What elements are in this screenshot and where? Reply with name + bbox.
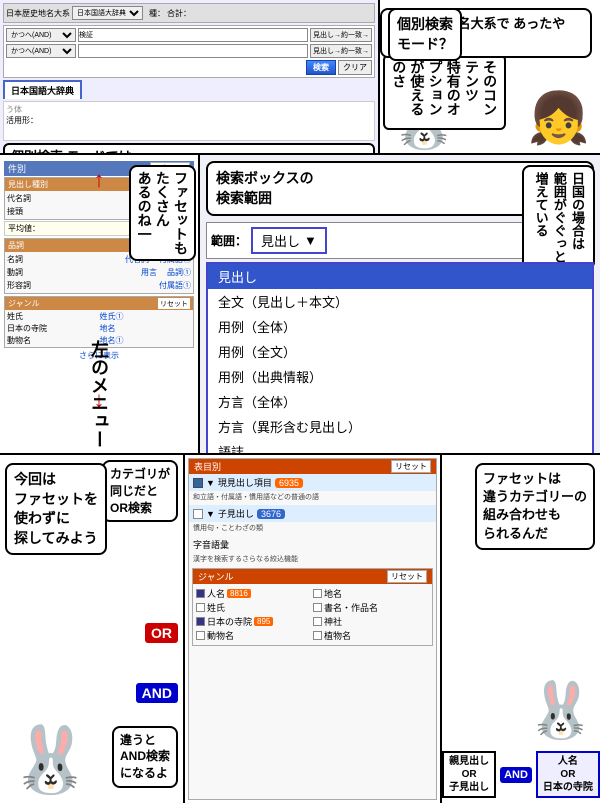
- checkbox-child[interactable]: [193, 509, 203, 519]
- toolbar-label1: 日本歴史地名大系: [6, 8, 70, 19]
- facet-current-header: ▼ 現見出し項目 6935: [189, 474, 436, 491]
- row3-genre-panel: ジャンル リセット 人名 8816 地名: [192, 568, 433, 646]
- genre-checkbox-seishi[interactable]: [196, 603, 205, 612]
- jinmei-count: 8816: [227, 589, 251, 598]
- search-select-1[interactable]: かつへ(AND): [6, 28, 76, 42]
- dropdown-item-5[interactable]: 用例（出典情報）: [208, 364, 592, 389]
- range-select[interactable]: 見出し ▼: [251, 227, 327, 254]
- dropdown-menu: 見出し 全文（見出し＋本文） 用例（全体） 用例（全文） 用例（出典情報） 方言…: [206, 262, 594, 453]
- row1-content-area: う体 活用形：: [3, 101, 375, 141]
- genre-checkbox-shomei[interactable]: [313, 603, 322, 612]
- facet-jion-sub: 漢字を検索するさらなる絞込機能: [189, 553, 436, 565]
- genre-item-chimei: 地名: [313, 587, 429, 600]
- row1-caption-box: 個別検索 モードでは: [3, 143, 375, 153]
- checkbox-current[interactable]: [193, 478, 203, 488]
- row1-speech-rabbit: 個別検索モード？: [388, 8, 462, 61]
- row1-ui-panel: 日本歴史地名大系 日本国語大辞典 種： 合計： かつへ(AND) 見出し→約一致…: [0, 0, 380, 153]
- genre-item-jiin: 日本の寺院 895: [196, 615, 312, 628]
- facet-panel-reset-btn[interactable]: リセット: [391, 460, 431, 473]
- genre-item-shomei: 書名・作品名: [313, 601, 429, 614]
- genre-checkbox-chimei[interactable]: [313, 589, 322, 598]
- genre-item-seishi: 姓氏: [196, 601, 312, 614]
- diagram-box2: 人名OR日本の寺院: [536, 751, 600, 798]
- current-count-badge: 6935: [275, 478, 303, 488]
- facet-genre-reset[interactable]: リセット: [158, 298, 190, 309]
- row1-char-panel: 日本歴史 地名大系で あったやつ？ 個別検索モード？ 🐰 👧 そのコンテンツ特有…: [380, 0, 600, 153]
- dropdown-item-7[interactable]: 方言（異形含む見出し）: [208, 414, 592, 439]
- facet-hinshi-label: 品詞: [8, 240, 24, 251]
- facet-child-header: ▼ 子見出し 3676: [189, 505, 436, 522]
- row2-right-caption: 日国の場合は範囲がぐぐっと増えている: [522, 165, 595, 270]
- genre-checkbox-jinja[interactable]: [313, 617, 322, 626]
- facet-jion-header: 字音語彙: [189, 536, 436, 553]
- midashi-item2: 接頭: [7, 206, 23, 217]
- search-btn-view2[interactable]: 見出し→約一致→: [310, 44, 372, 58]
- row3-left-speech: 今回はファセットを使わずに探してみよう: [5, 463, 107, 555]
- facet-current-sub: 和立語・付属語・慣用語などの普通の語: [189, 491, 436, 503]
- row3-center-speech2: 違うとAND検索になるよ: [112, 726, 178, 788]
- search-btn-clear[interactable]: クリア: [338, 60, 372, 75]
- search-select-2[interactable]: かつへ(AND): [6, 44, 76, 58]
- genre-item-dobutsu: 動物名: [196, 629, 312, 642]
- search-btn-view1[interactable]: 見出し→約一致→: [310, 28, 372, 42]
- facet-genre-label: ジャンル: [8, 298, 40, 309]
- dropdown-item-6[interactable]: 方言（全体）: [208, 389, 592, 414]
- dropdown-item-4[interactable]: 用例（全文）: [208, 339, 592, 364]
- dropdown-item-1[interactable]: 見出し: [208, 264, 592, 289]
- genre-item-shokubutsu: 植物名: [313, 629, 429, 642]
- facet-panel-header: 表目別 リセット: [189, 459, 436, 474]
- genre-checkbox-jiin[interactable]: [196, 617, 205, 626]
- row3-center-speech1: カテゴリが同じだとOR検索: [102, 460, 178, 522]
- row2: 件別 リセット 見出し種別 リセット 代名詞 代名詞①: [0, 155, 600, 455]
- row3: 今回はファセットを使わずに探してみよう 🐰 カテゴリが同じだとOR検索 OR A…: [0, 455, 600, 803]
- row1: 日本歴史地名大系 日本国語大辞典 種： 合計： かつへ(AND) 見出し→約一致…: [0, 0, 600, 155]
- genre-item-jinmei: 人名 8816: [196, 587, 312, 600]
- row2-right-panel: 検索ボックスの検索範囲 範囲： 見出し ▼ 見出し 全文（見出し＋本文） 用例（…: [200, 155, 600, 453]
- genre-panel-header: ジャンル リセット: [193, 569, 432, 584]
- facet-child-sub: 慣用句・ことわざの類: [189, 522, 436, 534]
- jiin-count: 895: [254, 617, 273, 626]
- row3-left-rabbit: 🐰: [10, 722, 91, 798]
- toolbar-label3: 合計：: [167, 8, 191, 19]
- search-btn-main[interactable]: 検索: [306, 60, 336, 75]
- dropdown-item-3[interactable]: 用例（全体）: [208, 314, 592, 339]
- dropdown-item-2[interactable]: 全文（見出し＋本文）: [208, 289, 592, 314]
- row3-center-panel: 表目別 リセット ▼ 現見出し項目 6935 和立語・付属語・慣用語などの普通の…: [185, 455, 600, 803]
- genre-item-jinja: 神社: [313, 615, 429, 628]
- diagram-box1: 親見出しOR子見出し: [442, 751, 496, 798]
- search-input-2[interactable]: [78, 44, 308, 58]
- midashi-item1: 代名詞: [7, 193, 31, 204]
- search-input-1[interactable]: [78, 28, 308, 42]
- manga-container: 日本歴史地名大系 日本国語大辞典 種： 合計： かつへ(AND) 見出し→約一致…: [0, 0, 600, 803]
- row3-right-speech: ファセットは違うカテゴリーの組み合わせもられるんだ: [475, 463, 595, 550]
- row2-left-speech: ファセットもたくさんあるのね一: [129, 165, 196, 261]
- genre-checkbox-jinmei[interactable]: [196, 589, 205, 598]
- row3-diagram: 親見出しOR子見出し AND 人名OR日本の寺院: [442, 751, 600, 798]
- row1-left-caption: そのコンテンツ特有のオプションが使えるのさ: [383, 54, 506, 131]
- row3-and-label: AND: [136, 683, 178, 703]
- girl-character: 👧: [528, 89, 590, 148]
- toolbar-label2: 種：: [149, 8, 165, 19]
- genre-checkbox-shokubutsu[interactable]: [313, 631, 322, 640]
- tab-kokugodaijiten[interactable]: 日本国語大辞典: [3, 80, 82, 99]
- diagram-and-label: AND: [500, 767, 532, 783]
- row3-right-rabbit: 🐰: [527, 678, 595, 743]
- row2-left-menu-label: 左のメニュー: [86, 340, 112, 448]
- range-label: 範囲：: [211, 232, 247, 249]
- dropdown-item-8[interactable]: 語誌: [208, 439, 592, 453]
- facet-header-label: 件別: [8, 162, 26, 175]
- genre-reset-btn[interactable]: リセット: [387, 570, 427, 583]
- row3-or-label: OR: [145, 623, 178, 643]
- genre-checkbox-dobutsu[interactable]: [196, 631, 205, 640]
- child-count-badge: 3676: [257, 509, 285, 519]
- row2-arrow-up: ↑: [94, 167, 105, 193]
- row3-facet-panel: 表目別 リセット ▼ 現見出し項目 6935 和立語・付属語・慣用語などの普通の…: [188, 458, 437, 800]
- row2-left-panel: 件別 リセット 見出し種別 リセット 代名詞 代名詞①: [0, 155, 200, 453]
- toolbar-select1[interactable]: 日本国語大辞典: [72, 6, 143, 20]
- row3-right-char: ファセットは違うカテゴリーの組み合わせもられるんだ 🐰 親見出しOR子見出し A…: [440, 455, 600, 803]
- facet-mididashi-label: 見出し種別: [8, 179, 48, 190]
- row3-left-panel: 今回はファセットを使わずに探してみよう 🐰 カテゴリが同じだとOR検索 OR A…: [0, 455, 185, 803]
